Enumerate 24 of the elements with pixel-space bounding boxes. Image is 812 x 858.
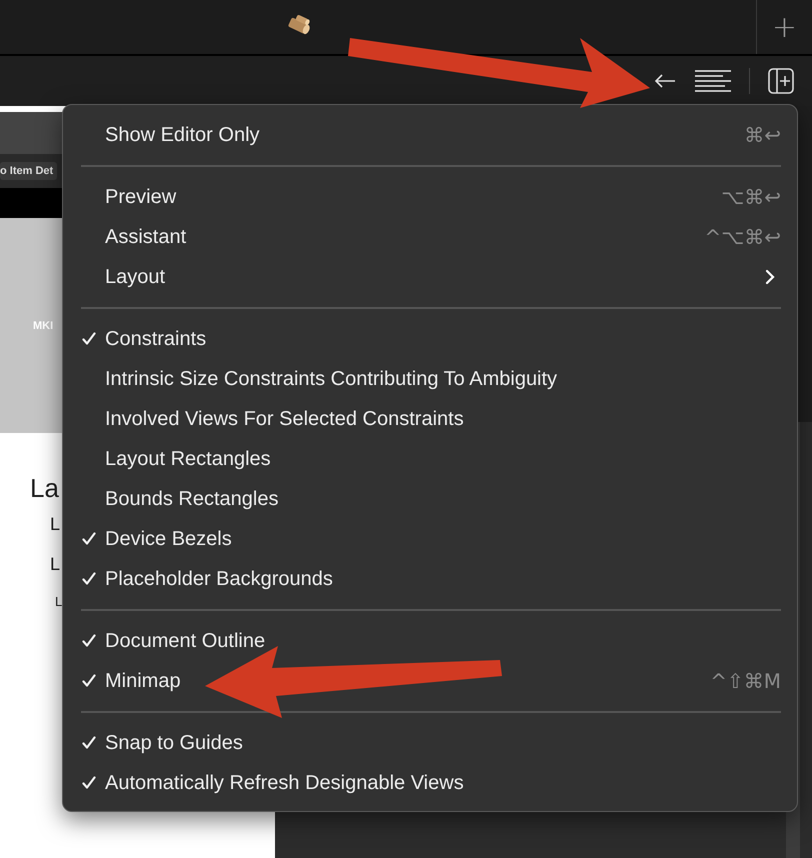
- menu-item[interactable]: Intrinsic Size Constraints Contributing To Ambiguity: [63, 359, 797, 399]
- menu-item[interactable]: Device Bezels: [63, 519, 797, 559]
- menu-item[interactable]: Show Editor Only ⌘↩: [63, 115, 797, 155]
- menu-item[interactable]: Layout: [63, 257, 797, 297]
- menu-item[interactable]: Preview ⌥⌘↩: [63, 177, 797, 217]
- menu-item[interactable]: Minimap ^⇧⌘M: [63, 661, 797, 701]
- menu-item[interactable]: Bounds Rectangles: [63, 479, 797, 519]
- add-panel-icon[interactable]: [768, 68, 794, 94]
- menu-item[interactable]: Placeholder Backgrounds: [63, 559, 797, 599]
- chevron-right-icon: [765, 269, 775, 285]
- menu-item[interactable]: Layout Rectangles: [63, 439, 797, 479]
- scene-tab[interactable]: o Item Det: [0, 162, 58, 180]
- menu-item[interactable]: Constraints: [63, 319, 797, 359]
- lines-icon[interactable]: [695, 69, 731, 93]
- label-text: L: [50, 555, 60, 573]
- label-text: La: [30, 475, 59, 501]
- menu-item[interactable]: Automatically Refresh Designable Views: [63, 763, 797, 803]
- menu-item[interactable]: Snap to Guides: [63, 723, 797, 763]
- label-text: L: [50, 515, 60, 533]
- menu-item[interactable]: Assistant ^⌥⌘↩: [63, 217, 797, 257]
- label-text: L: [55, 595, 62, 608]
- menu-item[interactable]: Involved Views For Selected Constraints: [63, 399, 797, 439]
- banner-label: MKI: [33, 320, 54, 332]
- menu-item[interactable]: Document Outline: [63, 621, 797, 661]
